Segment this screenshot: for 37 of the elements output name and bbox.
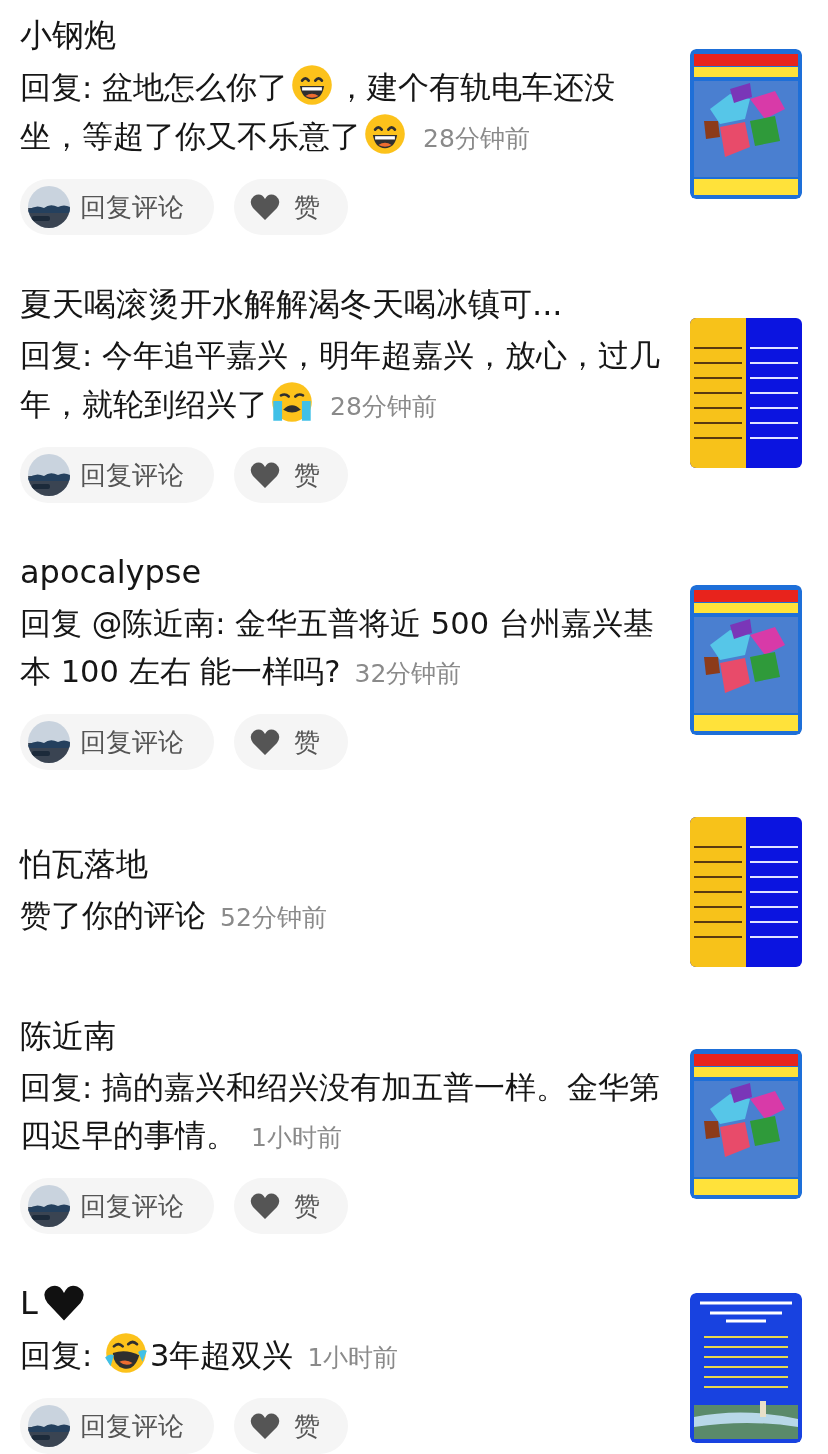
grinning-emoji-icon xyxy=(290,63,334,107)
crying-emoji-icon xyxy=(270,380,314,424)
like-button[interactable]: 赞 xyxy=(234,447,348,503)
reply-comment-button[interactable]: 回复评论 xyxy=(20,714,214,770)
laughing-emoji-icon xyxy=(104,1331,148,1375)
comment-text: 赞了你的评论 52分钟前 xyxy=(20,897,328,935)
reply-comment-button[interactable]: 回复评论 xyxy=(20,447,214,503)
timestamp: 1小时前 xyxy=(251,1123,342,1152)
like-button[interactable]: 赞 xyxy=(234,714,348,770)
user-name[interactable]: 陈近南 xyxy=(20,1014,662,1058)
grinning-emoji-icon xyxy=(363,112,407,156)
user-name[interactable]: 小钢炮 xyxy=(20,13,662,57)
user-name[interactable]: 夏天喝滚烫开水解解渴冬天喝冰镇可... xyxy=(20,282,662,326)
reply-comment-button[interactable]: 回复评论 xyxy=(20,179,214,235)
reply-comment-button[interactable]: 回复评论 xyxy=(20,1398,214,1454)
reply-comment-button[interactable]: 回复评论 xyxy=(20,1178,214,1234)
comment-text: 回复: 3年超双兴 1小时前 xyxy=(20,1331,662,1382)
like-button[interactable]: 赞 xyxy=(234,1398,348,1454)
comment-text: 回复: 搞的嘉兴和绍兴没有加五普一样。金华第四迟早的事情。 1小时前 xyxy=(20,1069,661,1155)
timestamp: 32分钟前 xyxy=(354,659,462,688)
heart-icon xyxy=(250,1413,280,1439)
timestamp: 52分钟前 xyxy=(220,903,327,932)
user-name[interactable]: 怕瓦落地 xyxy=(20,842,662,886)
like-button[interactable]: 赞 xyxy=(234,1178,348,1234)
comment-text: 回复 @陈近南: 金华五普将近 500 台州嘉兴基本 100 左右 能一样吗? 32分钟前 xyxy=(20,605,655,691)
user-name[interactable]: apocalypse xyxy=(20,550,662,594)
heart-icon xyxy=(250,462,280,488)
timestamp: 28分钟前 xyxy=(423,124,530,153)
user-name[interactable]: L xyxy=(20,1281,662,1325)
comment-text: 回复: 今年追平嘉兴，明年超嘉兴，放心，过几年，就轮到绍兴了 28分钟前 xyxy=(20,337,661,426)
timestamp: 1小时前 xyxy=(307,1343,399,1372)
timestamp: 28分钟前 xyxy=(330,392,437,421)
comment-text: 回复: 盆地怎么你了 ，建个有轨电车还没坐，等超了你又不乐意了 28分钟前 xyxy=(20,63,662,163)
like-button[interactable]: 赞 xyxy=(234,179,348,235)
heart-icon xyxy=(250,1193,280,1219)
heart-icon xyxy=(250,194,280,220)
heart-icon xyxy=(250,729,280,755)
